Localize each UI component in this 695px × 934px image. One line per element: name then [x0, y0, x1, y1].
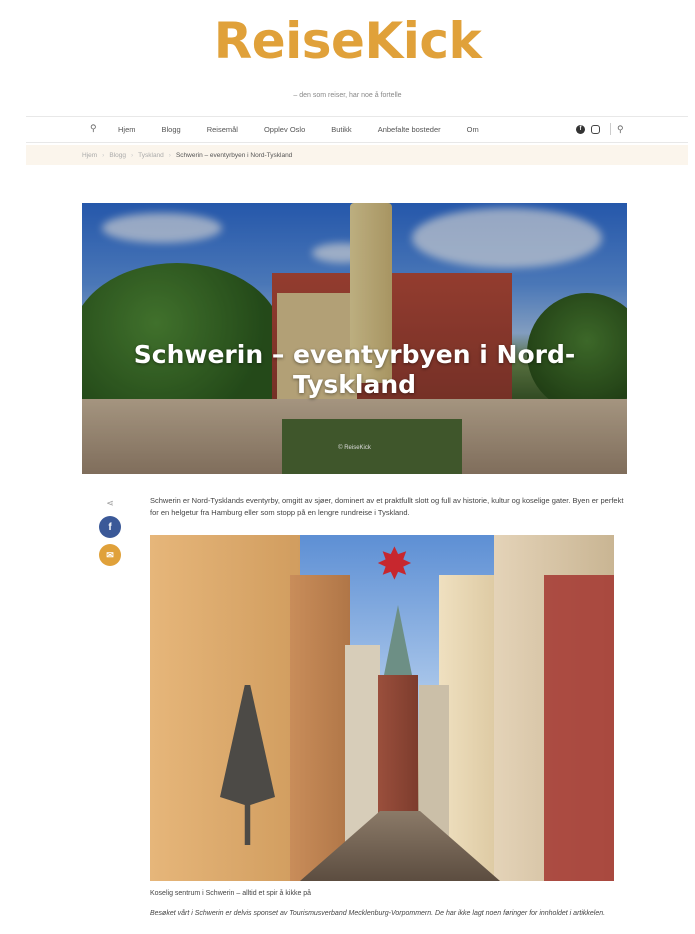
nav-item-hjem[interactable]: Hjem [118, 125, 136, 134]
nav-divider [610, 123, 611, 135]
photo-caption: Koselig sentrum i Schwerin – alltid et s… [150, 890, 312, 897]
nav-item-butikk[interactable]: Butikk [331, 125, 351, 134]
site-tagline: – den som reiser, har noe å fortelle [293, 92, 402, 99]
article-intro: Schwerin er Nord-Tysklands eventyrby, om… [150, 496, 624, 517]
breadcrumb-current: Schwerin – eventyrbyen i Nord-Tyskland [175, 151, 293, 159]
search-icon[interactable]: ⚲ [90, 123, 97, 134]
site-logo[interactable]: ReiseKick [0, 12, 695, 70]
nav-social: f ⚲ [576, 123, 624, 135]
nav-item-opplev-oslo[interactable]: Opplev Oslo [264, 125, 305, 134]
share-icon: ⋖ [106, 498, 114, 508]
breadcrumb-separator: › [130, 151, 134, 159]
page-title: Schwerin – eventyrbyen i Nord-Tyskland [133, 340, 576, 399]
breadcrumb-separator: › [102, 151, 105, 159]
sponsor-disclaimer: Besøket vårt i Schwerin er delvis sponse… [150, 910, 606, 917]
breadcrumb-separator: › [168, 151, 171, 159]
hero-credit: © ReiseKick [338, 445, 371, 451]
nav-menu: Hjem Blogg Reisemål Opplev Oslo Butikk A… [118, 117, 505, 142]
nav-item-blogg[interactable]: Blogg [162, 125, 181, 134]
breadcrumb-link-blogg[interactable]: Blogg [109, 152, 126, 159]
instagram-icon[interactable] [591, 124, 600, 134]
nav-item-reisemal[interactable]: Reisemål [207, 125, 238, 134]
main-navigation: ⚲ Hjem Blogg Reisemål Opplev Oslo Butikk… [26, 116, 688, 143]
share-email-button[interactable]: ✉ [99, 544, 121, 566]
breadcrumb-link-hjem[interactable]: Hjem [82, 152, 97, 159]
article-photo: ✸ [150, 535, 614, 881]
share-bar: ⋖ f ✉ [98, 498, 122, 572]
nav-item-anbefalte-bosteder[interactable]: Anbefalte bosteder [378, 125, 441, 134]
breadcrumb: Hjem › Blogg › Tyskland › Schwerin – eve… [26, 145, 688, 165]
nav-item-om[interactable]: Om [467, 125, 479, 134]
facebook-icon[interactable]: f [576, 124, 585, 134]
hero-image: Schwerin – eventyrbyen i Nord-Tyskland ©… [82, 203, 627, 474]
search-icon[interactable]: ⚲ [617, 124, 624, 135]
share-facebook-button[interactable]: f [99, 516, 121, 538]
breadcrumb-link-tyskland[interactable]: Tyskland [138, 152, 164, 159]
star-decoration-icon: ✸ [376, 540, 413, 589]
